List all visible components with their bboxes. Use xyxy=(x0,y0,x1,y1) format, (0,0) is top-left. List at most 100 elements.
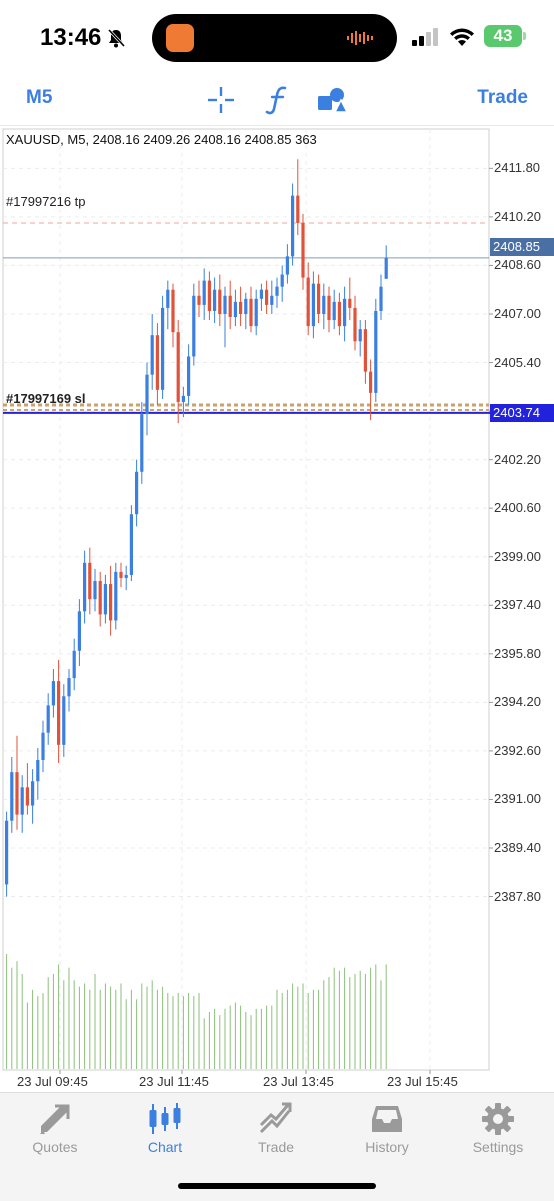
candle-body xyxy=(176,332,180,402)
tab-trade[interactable]: Trade xyxy=(221,1093,331,1163)
audio-wave-icon xyxy=(347,31,373,45)
candle-body xyxy=(358,329,362,342)
status-bar: 13:46 43 xyxy=(0,0,554,75)
candle-body xyxy=(296,195,300,223)
battery-icon: 43 xyxy=(484,25,522,47)
candle-body xyxy=(25,787,29,806)
candle-body xyxy=(83,562,87,612)
candle-body xyxy=(259,289,263,299)
dynamic-island[interactable] xyxy=(152,14,397,62)
candle-body xyxy=(145,374,149,415)
candle-body xyxy=(249,298,253,327)
trade-icon xyxy=(259,1102,292,1134)
chart-header: XAUUSD, M5, 2408.16 2409.26 2408.16 2408… xyxy=(6,132,317,147)
candle-body xyxy=(197,295,201,305)
candle-body xyxy=(129,514,133,575)
candle-body xyxy=(135,471,139,515)
candle-body xyxy=(244,298,248,314)
wifi-icon xyxy=(450,28,474,46)
candle-body xyxy=(202,280,206,305)
history-icon xyxy=(372,1106,402,1132)
tab-label: Settings xyxy=(472,1139,524,1155)
price-tick-label: 2389.40 xyxy=(494,840,541,855)
price-chart[interactable]: XAUUSD, M5, 2408.16 2409.26 2408.16 2408… xyxy=(0,126,554,1092)
quotes-icon xyxy=(40,1104,70,1134)
price-tick-label: 2400.60 xyxy=(494,500,541,516)
candle-body xyxy=(20,787,24,815)
candle-body xyxy=(51,681,55,706)
signal-icon xyxy=(412,28,438,46)
trade-button[interactable]: Trade xyxy=(477,87,528,109)
candle-body xyxy=(72,650,76,679)
tab-label: Trade xyxy=(257,1139,295,1155)
tab-label: Quotes xyxy=(32,1139,78,1155)
candle-body xyxy=(337,301,341,327)
candle-body xyxy=(275,286,279,296)
candle-body xyxy=(228,295,232,318)
candle-body xyxy=(88,562,92,600)
app-activity-icon xyxy=(166,24,194,52)
tab-label: History xyxy=(365,1139,409,1155)
time-tick-label: 23 Jul 11:45 xyxy=(139,1074,209,1089)
candle-body xyxy=(207,280,211,311)
candle-body xyxy=(233,301,237,318)
candle-body xyxy=(5,820,9,885)
candle-body xyxy=(327,295,331,321)
crosshair-icon[interactable] xyxy=(206,85,236,115)
candle-body xyxy=(124,574,128,578)
candlestick-chart[interactable] xyxy=(0,126,554,1092)
candle-body xyxy=(306,277,310,327)
candle-body xyxy=(270,295,274,305)
candle-body xyxy=(31,781,35,806)
candle-body xyxy=(322,295,326,314)
candle-body xyxy=(254,298,258,327)
price-tick-label: 2387.80 xyxy=(494,888,541,904)
price-tick-label: 2394.20 xyxy=(494,694,541,710)
candle-body xyxy=(103,584,107,615)
candle-body xyxy=(119,571,123,578)
settings-icon xyxy=(482,1103,514,1135)
chart-toolbar: M5 Trade xyxy=(0,75,554,126)
function-icon[interactable] xyxy=(265,85,291,115)
status-time: 13:46 xyxy=(40,24,102,51)
candle-body xyxy=(369,371,373,393)
candle-body xyxy=(213,289,217,311)
candle-body xyxy=(374,310,378,393)
plot-frame xyxy=(2,128,490,1071)
candle-body xyxy=(379,286,383,311)
candle-body xyxy=(98,580,102,615)
chart-icon xyxy=(149,1103,181,1134)
candle-body xyxy=(62,696,66,745)
candle-body xyxy=(265,289,269,305)
candle-body xyxy=(166,289,170,308)
tab-label: Chart xyxy=(147,1139,183,1155)
candle-body xyxy=(348,298,352,308)
price-tick-label: 2399.00 xyxy=(494,548,541,564)
bell-slash-icon xyxy=(107,28,126,48)
candle-body xyxy=(10,772,14,821)
price-tick-label: 2410.20 xyxy=(494,208,541,224)
candle-body xyxy=(311,283,315,327)
candle-body xyxy=(301,222,305,278)
candle-body xyxy=(239,301,243,314)
candle-body xyxy=(187,356,191,396)
price-tick-label: 2397.40 xyxy=(494,597,541,613)
price-tick-label: 2395.80 xyxy=(494,645,541,661)
price-tick-label: 2405.40 xyxy=(494,354,541,370)
tab-quotes[interactable]: Quotes xyxy=(0,1093,110,1163)
candle-body xyxy=(343,298,347,327)
shapes-icon[interactable] xyxy=(316,85,348,115)
home-indicator[interactable] xyxy=(178,1183,376,1189)
candle-body xyxy=(155,335,159,390)
timeframe-button[interactable]: M5 xyxy=(26,87,52,109)
price-tick-label: 2408.60 xyxy=(494,257,541,273)
candle-body xyxy=(15,772,19,815)
tab-history[interactable]: History xyxy=(332,1093,442,1163)
tab-settings[interactable]: Settings xyxy=(443,1093,553,1163)
sl-order-label: #17997169 sl xyxy=(6,391,86,406)
time-tick-label: 23 Jul 15:45 xyxy=(387,1074,458,1089)
tab-chart[interactable]: Chart xyxy=(110,1093,220,1163)
candle-body xyxy=(332,301,336,321)
candle-body xyxy=(36,760,40,782)
candle-body xyxy=(109,584,113,621)
